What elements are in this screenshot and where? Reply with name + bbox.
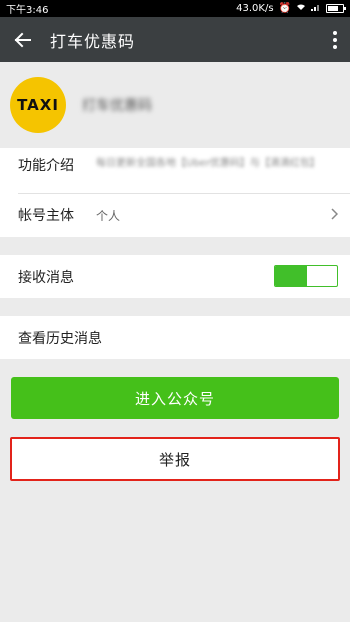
receive-messages-toggle[interactable] (274, 265, 338, 287)
enter-account-button[interactable]: 进入公众号 (11, 377, 339, 419)
app-bar: 打车优惠码 (0, 17, 350, 62)
status-bar: 下午3:46 43.0K/s ⏰ (0, 0, 350, 17)
history-messages-row[interactable]: 查看历史消息 (0, 316, 350, 359)
owner-row[interactable]: 帐号主体 个人 (18, 194, 350, 237)
report-button[interactable]: 举报 (10, 437, 340, 481)
profile-header: TAXI 打车优惠码 (0, 62, 350, 148)
more-vertical-icon[interactable] (320, 17, 350, 62)
receive-messages-row: 接收消息 (0, 255, 350, 298)
info-card: 功能介绍 每日更新全国各地【Uber优惠码】与【滴滴红包】 帐号主体 个人 (0, 148, 350, 237)
intro-value: 每日更新全国各地【Uber优惠码】与【滴滴红包】 (96, 158, 320, 169)
alarm-icon: ⏰ (278, 3, 291, 14)
logo-text: TAXI (17, 96, 59, 114)
intro-row: 功能介绍 每日更新全国各地【Uber优惠码】与【滴滴红包】 (18, 148, 350, 194)
status-indicators: 43.0K/s ⏰ (236, 3, 346, 14)
toggle-on-fill (275, 266, 307, 286)
chevron-right-icon (331, 208, 339, 224)
account-name: 打车优惠码 (82, 98, 152, 114)
wifi-icon (296, 3, 306, 14)
status-time: 下午3:46 (6, 5, 49, 16)
history-messages-label: 查看历史消息 (18, 330, 102, 347)
taxi-logo: TAXI (10, 77, 66, 133)
battery-icon (326, 4, 346, 13)
owner-label: 帐号主体 (18, 207, 74, 224)
page-title: 打车优惠码 (50, 31, 136, 51)
owner-value: 个人 (96, 209, 121, 223)
network-speed: 43.0K/s (236, 3, 274, 14)
signal-icon (311, 3, 321, 14)
receive-messages-label: 接收消息 (18, 269, 74, 286)
intro-label: 功能介绍 (18, 158, 74, 174)
arrow-left-icon[interactable] (0, 17, 44, 62)
